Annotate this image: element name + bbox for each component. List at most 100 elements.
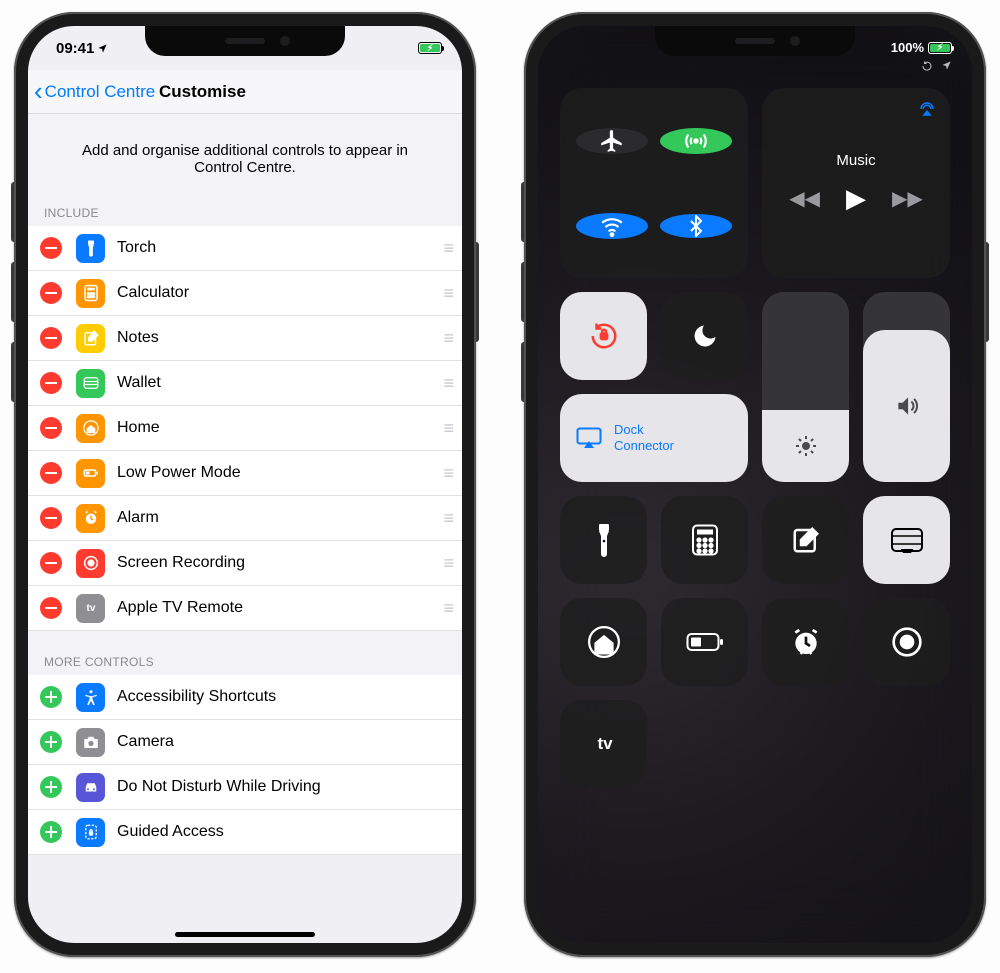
volume-slider[interactable]: [863, 292, 950, 482]
add-button[interactable]: [40, 821, 62, 843]
remove-button[interactable]: [40, 327, 62, 349]
cc-status: 100% ⚡︎: [891, 40, 952, 55]
camera-icon: [76, 728, 105, 757]
low-power-tile[interactable]: [661, 598, 748, 686]
reorder-handle[interactable]: ≡: [443, 418, 450, 439]
screen-recording-tile[interactable]: [863, 598, 950, 686]
play-button[interactable]: ▶: [846, 183, 866, 214]
torch-tile[interactable]: [560, 496, 647, 584]
control-label: Low Power Mode: [117, 464, 443, 482]
add-button[interactable]: [40, 686, 62, 708]
control-row: Wallet≡: [28, 361, 462, 406]
control-label: Accessibility Shortcuts: [117, 688, 450, 706]
control-row: Torch≡: [28, 226, 462, 271]
reorder-handle[interactable]: ≡: [443, 373, 450, 394]
airplay-icon: [576, 427, 602, 449]
reorder-handle[interactable]: ≡: [443, 463, 450, 484]
control-centre-screen: 100% ⚡︎: [538, 26, 972, 943]
reorder-handle[interactable]: ≡: [443, 553, 450, 574]
connectivity-module[interactable]: [560, 88, 748, 278]
reorder-handle[interactable]: ≡: [443, 508, 450, 529]
page-title: Customise: [159, 82, 246, 102]
airplane-mode-toggle[interactable]: [576, 128, 648, 154]
prev-track-button[interactable]: ◀◀: [789, 186, 820, 211]
reorder-handle[interactable]: ≡: [443, 238, 450, 259]
settings-screen: 09:41 ⚡︎ ‹ Control Centre Customise Add …: [28, 26, 462, 943]
location-icon: [941, 60, 952, 72]
music-controls: ◀◀ ▶ ▶▶: [789, 183, 923, 214]
alarm-tile[interactable]: [762, 598, 849, 686]
control-row: Notes≡: [28, 316, 462, 361]
home-tile[interactable]: [560, 598, 647, 686]
car-icon: [76, 773, 105, 802]
orientation-lock-icon: [921, 60, 933, 72]
mirror-line1: Dock: [614, 422, 674, 438]
control-label: Notes: [117, 329, 443, 347]
remove-button[interactable]: [40, 282, 62, 304]
airplay-icon[interactable]: [918, 100, 936, 118]
nav-bar: ‹ Control Centre Customise: [28, 70, 462, 114]
access-icon: [76, 683, 105, 712]
display-notch: [655, 26, 855, 56]
wallet-tile[interactable]: [863, 496, 950, 584]
control-row: Camera: [28, 720, 462, 765]
torch-icon: [76, 234, 105, 263]
device-left: 09:41 ⚡︎ ‹ Control Centre Customise Add …: [14, 12, 476, 957]
control-label: Camera: [117, 733, 450, 751]
reorder-handle[interactable]: ≡: [443, 328, 450, 349]
battery-icon: ⚡︎: [418, 42, 442, 54]
apple-tv-remote-tile[interactable]: tv: [560, 700, 647, 788]
battery-percent: 100%: [891, 40, 924, 55]
control-row: Low Power Mode≡: [28, 451, 462, 496]
control-label: Calculator: [117, 284, 443, 302]
display-notch: [145, 26, 345, 56]
more-list: Accessibility Shortcuts Camera Do Not Dist…: [28, 675, 462, 855]
control-row: tv Apple TV Remote≡: [28, 586, 462, 631]
control-label: Wallet: [117, 374, 443, 392]
remove-button[interactable]: [40, 597, 62, 619]
calc-icon: [76, 279, 105, 308]
volume-icon: [894, 393, 920, 419]
add-button[interactable]: [40, 776, 62, 798]
music-module[interactable]: Music ◀◀ ▶ ▶▶: [762, 88, 950, 278]
back-button[interactable]: ‹ Control Centre: [34, 82, 155, 102]
home-indicator[interactable]: [175, 932, 315, 937]
atv-icon: tv: [76, 594, 105, 623]
bluetooth-toggle[interactable]: [660, 214, 732, 238]
record-icon: [76, 549, 105, 578]
control-label: Apple TV Remote: [117, 599, 443, 617]
remove-button[interactable]: [40, 417, 62, 439]
control-label: Home: [117, 419, 443, 437]
section-more-label: MORE CONTROLS: [28, 631, 462, 675]
atv-label: tv: [597, 734, 612, 754]
orientation-lock-tile[interactable]: [560, 292, 647, 380]
control-row: Guided Access: [28, 810, 462, 855]
calculator-tile[interactable]: [661, 496, 748, 584]
control-row: Accessibility Shortcuts: [28, 675, 462, 720]
remove-button[interactable]: [40, 237, 62, 259]
do-not-disturb-tile[interactable]: [661, 292, 748, 380]
battery-icon: [76, 459, 105, 488]
control-row: Do Not Disturb While Driving: [28, 765, 462, 810]
next-track-button[interactable]: ▶▶: [892, 186, 923, 211]
reorder-handle[interactable]: ≡: [443, 598, 450, 619]
control-label: Do Not Disturb While Driving: [117, 778, 450, 796]
location-icon: [97, 43, 108, 54]
remove-button[interactable]: [40, 462, 62, 484]
wifi-toggle[interactable]: [576, 213, 648, 239]
remove-button[interactable]: [40, 372, 62, 394]
reorder-handle[interactable]: ≡: [443, 283, 450, 304]
notes-tile[interactable]: [762, 496, 849, 584]
music-label: Music: [836, 152, 875, 169]
screen-mirroring-tile[interactable]: Dock Connector: [560, 394, 748, 482]
control-row: Alarm≡: [28, 496, 462, 541]
remove-button[interactable]: [40, 507, 62, 529]
cellular-toggle[interactable]: [660, 128, 732, 154]
remove-button[interactable]: [40, 552, 62, 574]
home-icon: [76, 414, 105, 443]
add-button[interactable]: [40, 731, 62, 753]
brightness-slider[interactable]: [762, 292, 849, 482]
wallet-icon: [76, 369, 105, 398]
control-row: Calculator≡: [28, 271, 462, 316]
control-label: Alarm: [117, 509, 443, 527]
